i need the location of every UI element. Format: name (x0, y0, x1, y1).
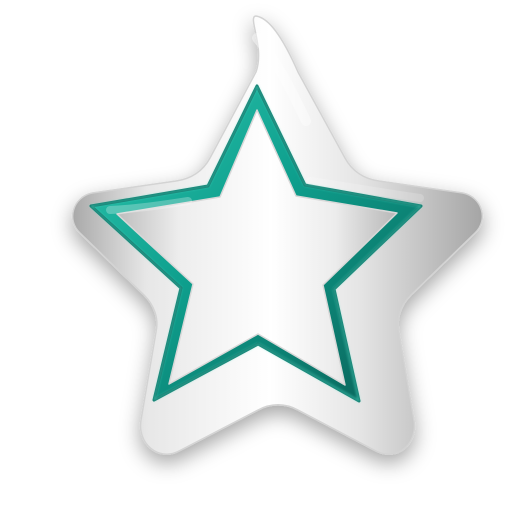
star-icon (71, 15, 484, 455)
star-icon-canvas (0, 0, 512, 512)
